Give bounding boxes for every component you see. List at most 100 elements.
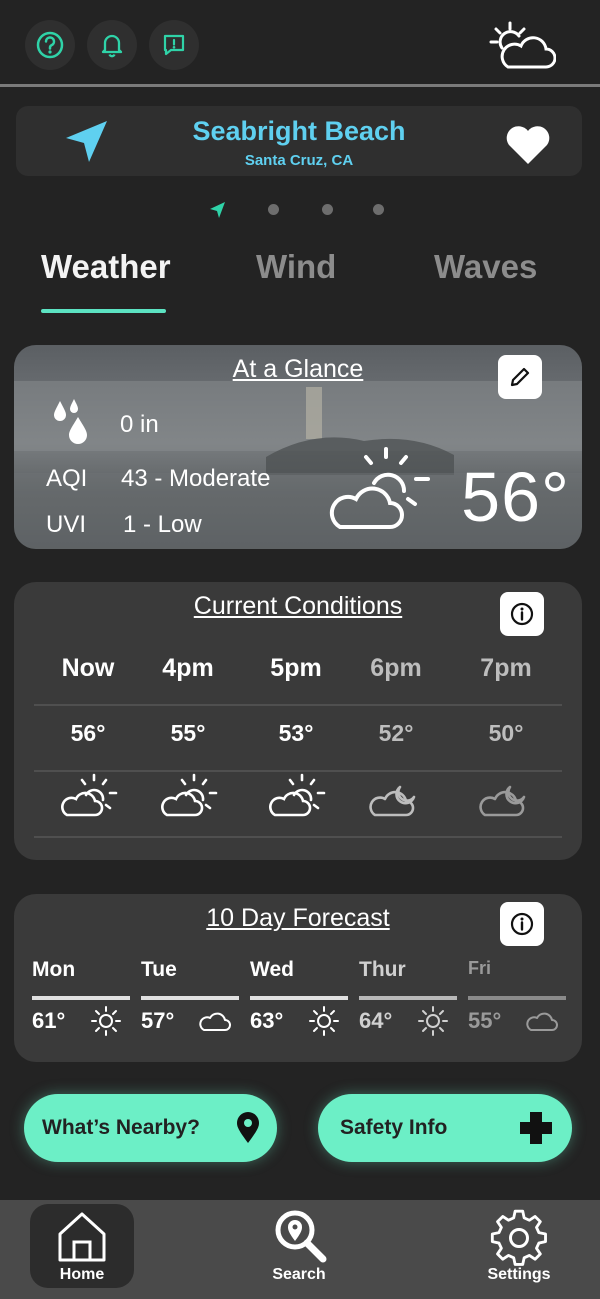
map-pin-icon [237, 1112, 259, 1143]
safety-info-label: Safety Info [340, 1116, 448, 1139]
forecast-title: 10 Day Forecast [206, 904, 390, 932]
hour-label: 5pm [270, 654, 322, 682]
cloudy-night-icon [369, 785, 416, 817]
day-forecast-1[interactable]: Tue 57° [141, 958, 239, 1042]
hour-label: Now [61, 654, 115, 682]
info-icon [510, 602, 534, 626]
current-temperature: 56° [461, 458, 570, 536]
hour-forecast-0: Now 56° [38, 654, 138, 819]
partly-cloudy-icon [269, 773, 326, 817]
day-icon-wrap [524, 1006, 560, 1036]
hour-icon-wrap [346, 773, 446, 819]
ten-day-forecast-card: 10 Day Forecast Mon 61° Tue 57° Wed 63° Thur… [14, 894, 582, 1062]
uvi-value: 1 - Low [123, 511, 202, 538]
tab-waves[interactable]: Waves [434, 248, 537, 286]
cloud-icon [199, 1012, 231, 1031]
home-icon [58, 1212, 106, 1262]
location-pager [0, 198, 600, 222]
hour-forecast-3: 6pm 52° [346, 654, 446, 819]
nav-settings[interactable]: Settings [469, 1200, 569, 1299]
current-conditions-info-button[interactable] [500, 592, 544, 636]
alerts-button[interactable] [87, 20, 137, 70]
day-icon-wrap [197, 1006, 233, 1036]
location-name: Seabright Beach [192, 116, 406, 146]
safety-info-button[interactable]: Safety Info [318, 1094, 572, 1162]
location-card[interactable]: Seabright Beach Santa Cruz, CA [16, 106, 582, 176]
bell-icon [101, 34, 123, 58]
hour-label: 4pm [162, 654, 214, 682]
favorite-heart-icon[interactable] [504, 124, 552, 166]
at-a-glance-card: At a Glance 0 in AQI 43 - Moderate UVI 1… [14, 345, 582, 549]
hour-forecast-4: 7pm 50° [456, 654, 556, 819]
day-divider-bar [468, 996, 566, 1000]
day-divider-bar [359, 996, 457, 1000]
aqi-label: AQI [46, 465, 88, 492]
day-forecast-4[interactable]: Fri 55° [468, 958, 566, 1042]
medical-cross-icon [520, 1112, 552, 1144]
day-name: Mon [32, 958, 76, 981]
partly-cloudy-icon [329, 447, 430, 529]
day-name: Tue [141, 958, 177, 981]
nav-home[interactable]: Home [32, 1200, 132, 1299]
day-divider-bar [32, 996, 130, 1000]
uvi-label: UVI [46, 511, 87, 538]
day-forecast-3[interactable]: Thur 64° [359, 958, 457, 1042]
current-conditions-card: Current Conditions Now 56° 4pm 55° 5pm 53° … [14, 582, 582, 860]
pager-dot[interactable] [373, 204, 384, 215]
day-icon-wrap [306, 1006, 342, 1036]
day-icon-wrap [88, 1006, 124, 1036]
question-icon [36, 31, 64, 59]
hour-icon-wrap [246, 773, 346, 819]
hour-temperature: 50° [488, 720, 524, 746]
tab-wind[interactable]: Wind [256, 248, 336, 286]
message-alert-icon [163, 34, 185, 56]
edit-button[interactable] [498, 355, 542, 399]
nav-search-label: Search [272, 1266, 326, 1283]
cloud-icon [526, 1012, 558, 1031]
active-tab-indicator [41, 309, 166, 313]
day-temperature: 63° [250, 1008, 284, 1033]
current-conditions-title: Current Conditions [193, 592, 403, 620]
sun-icon [418, 1006, 448, 1036]
hour-temperature: 53° [278, 720, 314, 746]
hour-forecast-1: 4pm 55° [138, 654, 238, 819]
day-divider-bar [250, 996, 348, 1000]
tab-weather[interactable]: Weather [41, 248, 171, 286]
day-temperature: 55° [468, 1008, 502, 1033]
tab-bar: Weather Wind Waves [0, 240, 600, 320]
pager-dot[interactable] [322, 204, 333, 215]
hour-icon-wrap [38, 773, 138, 819]
whats-nearby-button[interactable]: What’s Nearby? [24, 1094, 277, 1162]
partly-cloudy-icon [161, 773, 218, 817]
day-icon-wrap [415, 1006, 451, 1036]
hour-label: 6pm [370, 654, 422, 682]
glance-title: At a Glance [232, 355, 364, 383]
partly-cloudy-icon [489, 21, 556, 69]
sun-icon [309, 1006, 339, 1036]
current-location-dot-icon[interactable] [208, 200, 228, 220]
search-location-icon [275, 1210, 327, 1263]
pager-dot[interactable] [268, 204, 279, 215]
hour-label: 7pm [480, 654, 532, 682]
day-name: Thur [359, 958, 406, 981]
day-divider-bar [141, 996, 239, 1000]
whats-nearby-label: What’s Nearby? [42, 1116, 200, 1139]
hour-icon-wrap [456, 773, 556, 819]
day-temperature: 61° [32, 1008, 66, 1033]
hour-temperature: 55° [170, 720, 206, 746]
help-button[interactable] [25, 20, 75, 70]
aqi-value: 43 - Moderate [121, 465, 271, 492]
nav-search[interactable]: Search [249, 1200, 349, 1299]
location-subtitle: Santa Cruz, CA [244, 152, 354, 169]
partly-cloudy-icon [61, 773, 118, 817]
cloudy-night-icon [479, 785, 526, 817]
header-divider [0, 84, 600, 87]
gear-icon [490, 1209, 547, 1266]
feedback-button[interactable] [149, 20, 199, 70]
day-forecast-0[interactable]: Mon 61° [32, 958, 130, 1042]
day-name: Fri [468, 958, 492, 978]
hour-icon-wrap [138, 773, 238, 819]
nav-home-label: Home [59, 1266, 105, 1283]
forecast-info-button[interactable] [500, 902, 544, 946]
day-forecast-2[interactable]: Wed 63° [250, 958, 348, 1042]
